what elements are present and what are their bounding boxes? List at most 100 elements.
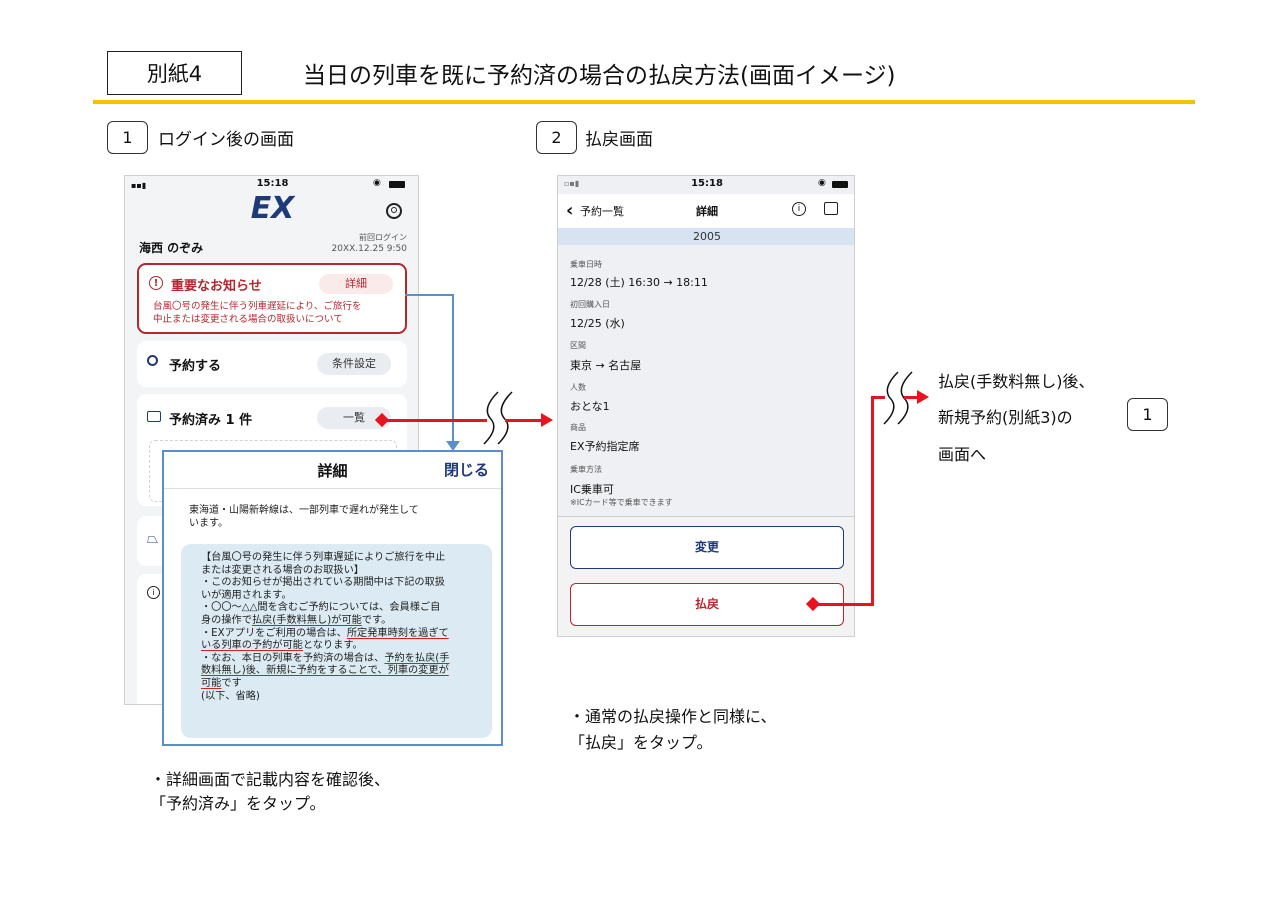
popup-body-line8b: となります。 — [302, 640, 363, 652]
reserve-label: 予約する — [169, 359, 222, 374]
red-arrowhead-1 — [541, 413, 553, 427]
people-value: おとな1 — [570, 400, 610, 413]
popup-body-line11b: です — [221, 677, 242, 689]
list-icon — [147, 411, 161, 422]
ex-logo: EX — [250, 191, 295, 226]
last-login-label: 前回ログイン — [359, 233, 407, 242]
popup-body-line2: または変更される場合のお取扱い】 — [201, 564, 364, 576]
notice-detail-button[interactable]: 詳細 — [319, 274, 393, 294]
phone-refund-screen: ▫▪▮ 15:18 ◉ ‹ 予約一覧 詳細 i 2005 乗車日時 12/28 … — [557, 175, 855, 637]
title-underline — [93, 100, 1195, 104]
popup-body-line1: 【台風〇号の発生に伴う列車遅延によりご旅行を中止 — [201, 552, 446, 563]
popup-body-line11a: 可能 — [201, 677, 222, 689]
step1-label: ログイン後の画面 — [158, 130, 294, 150]
popup-intro-line2: います。 — [189, 518, 228, 529]
product-value: EX予約指定席 — [570, 440, 640, 453]
detail-popup: 詳細 閉じる 東海道・山陽新幹線は、一部列車で遅れが発生して います。 【台風〇… — [162, 450, 503, 746]
step2-number: 2 — [536, 121, 577, 154]
popup-body-line6b: 払戻(手数料無し)が可能 — [251, 614, 362, 626]
popup-body-line10b: 列車の変更が — [387, 665, 449, 677]
popup-body-line7b: 所定発車時刻を過ぎて — [346, 627, 449, 639]
search-icon — [147, 355, 158, 366]
condition-setting-button[interactable]: 条件設定 — [317, 353, 391, 375]
popup-intro-line1: 東海道・山陽新幹線は、一部列車で遅れが発生して — [189, 505, 419, 516]
purchase-date-value: 12/25 (水) — [570, 317, 625, 330]
popup-body-line10a: 数料無し)後、新規に予約をすることで、 — [201, 665, 388, 677]
popup-body-line10: 数料無し)後、新規に予約をすることで、列車の変更が — [201, 665, 449, 678]
next-step-note-line3: 画面へ — [938, 445, 987, 464]
popup-body-text: 【台風〇号の発生に伴う列車遅延によりご旅行を中止 または変更される場合のお取扱い… — [201, 552, 449, 703]
account-icon[interactable] — [386, 203, 402, 219]
popup-body-line12: (以下、省略) — [201, 690, 260, 702]
red-arrow-line-2a — [813, 603, 873, 606]
popup-body-line9b: 予約を払戻(手 — [384, 652, 450, 664]
popup-body-box: 【台風〇号の発生に伴う列車遅延によりご旅行を中止 または変更される場合のお取扱い… — [181, 544, 492, 738]
refund-button[interactable]: 払戻 — [570, 583, 844, 626]
step2-label: 払戻画面 — [585, 130, 653, 150]
popup-body-line7a: ・EXアプリをご利用の場合は、 — [201, 627, 347, 639]
alert-icon: ! — [149, 276, 163, 290]
red-arrowhead-2 — [917, 390, 929, 404]
nav-title: 詳細 — [696, 205, 718, 218]
product-label: 商品 — [570, 423, 586, 432]
popup-body-line5: ・〇〇～△△間を含むご予約については、会員様ご自 — [201, 602, 441, 614]
step1-caption-line1: ・詳細画面で記載内容を確認後、 — [150, 770, 391, 789]
notice-body-line1: 台風〇号の発生に伴う列車遅延により、ご旅行を — [153, 301, 362, 312]
step2-caption: ・通常の払戻操作と同様に、 「払戻」をタップ。 — [569, 704, 777, 756]
step1-caption: ・詳細画面で記載内容を確認後、 「予約済み」をタップ。 — [150, 768, 390, 816]
red-arrow-line-1b — [505, 419, 543, 422]
section-value: 東京 → 名古屋 — [570, 359, 642, 372]
step1-number: 1 — [107, 121, 148, 154]
next-step-number: 1 — [1127, 398, 1168, 431]
connector-line-h — [405, 294, 453, 296]
page-title: 当日の列車を既に予約済の場合の払戻方法(画面イメージ) — [303, 63, 896, 89]
wifi-icon: ◉ — [373, 178, 381, 188]
red-arrow-line-1a — [382, 419, 487, 422]
important-notice-card[interactable]: ! 重要なお知らせ 詳細 台風〇号の発生に伴う列車遅延により、ご旅行を 中止また… — [137, 263, 407, 334]
booked-label: 予約済み 1 件 — [169, 413, 253, 428]
section-label: 区間 — [570, 341, 586, 350]
popup-body-line8: いる列車の予約が可能となります。 — [201, 640, 449, 653]
reserve-card[interactable]: 予約する 条件設定 — [137, 341, 407, 387]
calendar-icon[interactable] — [824, 202, 838, 215]
ride-method-value: IC乗車可 — [570, 483, 614, 496]
last-login-value: 20XX.12.25 9:50 — [331, 244, 407, 254]
popup-header-divider — [164, 488, 501, 489]
ride-date-label: 乗車日時 — [570, 260, 602, 269]
attachment-badge: 別紙4 — [107, 51, 242, 95]
break-mark-1 — [483, 391, 513, 445]
popup-body-line9: ・なお、本日の列車を予約済の場合は、予約を払戻(手 — [201, 653, 449, 666]
popup-body-line3: ・このお知らせが掲出されている期間中は下記の取扱 — [201, 577, 445, 589]
train-icon: ⏢ — [147, 531, 159, 547]
popup-body-line11: 可能です — [201, 678, 449, 691]
notice-body-line2: 中止または変更される場合の取扱いについて — [153, 314, 343, 325]
purchase-date-label: 初回購入日 — [570, 300, 610, 309]
info-icon[interactable]: i — [792, 202, 806, 216]
popup-intro: 東海道・山陽新幹線は、一部列車で遅れが発生して います。 — [189, 504, 419, 530]
user-name: 海西 のぞみ — [139, 241, 204, 255]
popup-body-line6c: です。 — [361, 614, 392, 626]
ride-method-label: 乗車方法 — [570, 465, 602, 474]
popup-body-line9a: ・なお、本日の列車を予約済の場合は、 — [201, 652, 385, 664]
red-arrow-line-2b — [871, 396, 874, 606]
notice-title: 重要なお知らせ — [171, 279, 262, 294]
popup-body-line6: 身の操作で払戻(手数料無し)が可能です。 — [201, 615, 449, 628]
popup-body-line4: いが適用されます。 — [201, 589, 292, 601]
popup-body-line7: ・EXアプリをご利用の場合は、所定発車時刻を過ぎて — [201, 628, 449, 641]
wifi-icon: ◉ — [818, 178, 826, 188]
red-arrow-line-2d — [904, 396, 918, 399]
popup-close-button[interactable]: 閉じる — [444, 459, 489, 480]
people-label: 人数 — [570, 383, 586, 392]
next-step-note-line1: 払戻(手数料無し)後、 — [938, 372, 1095, 391]
ride-method-note: ※ICカード等で乗車できます — [570, 498, 673, 507]
change-button[interactable]: 変更 — [570, 526, 844, 569]
battery-icon — [389, 181, 405, 188]
status-time: 15:18 — [691, 178, 723, 189]
step2-caption-line2: 「払戻」をタップ。 — [569, 733, 713, 752]
popup-body-line8a: いる列車の予約が可能 — [201, 640, 303, 652]
step2-caption-line1: ・通常の払戻操作と同様に、 — [569, 707, 777, 726]
ride-date-value: 12/28 (土) 16:30 → 18:11 — [570, 276, 708, 289]
info-icon: i — [147, 586, 160, 599]
step1-caption-line2: 「予約済み」をタップ。 — [150, 794, 326, 813]
year-bar: 2005 — [558, 228, 854, 245]
